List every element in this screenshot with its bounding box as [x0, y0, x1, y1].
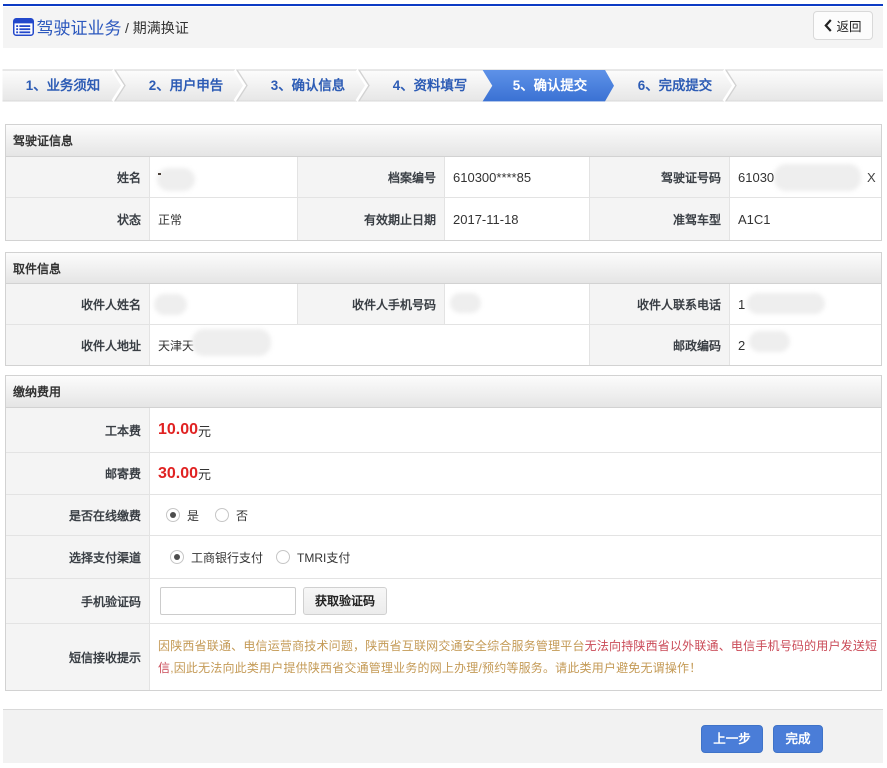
svg-text:4、资料填写: 4、资料填写	[393, 77, 467, 93]
svg-text:2、用户申告: 2、用户申告	[149, 77, 223, 93]
svg-text:6、完成提交: 6、完成提交	[638, 77, 713, 93]
svg-text:3、确认信息: 3、确认信息	[271, 77, 345, 93]
svg-text:5、确认提交: 5、确认提交	[513, 77, 588, 93]
svg-text:1、业务须知: 1、业务须知	[26, 77, 100, 93]
